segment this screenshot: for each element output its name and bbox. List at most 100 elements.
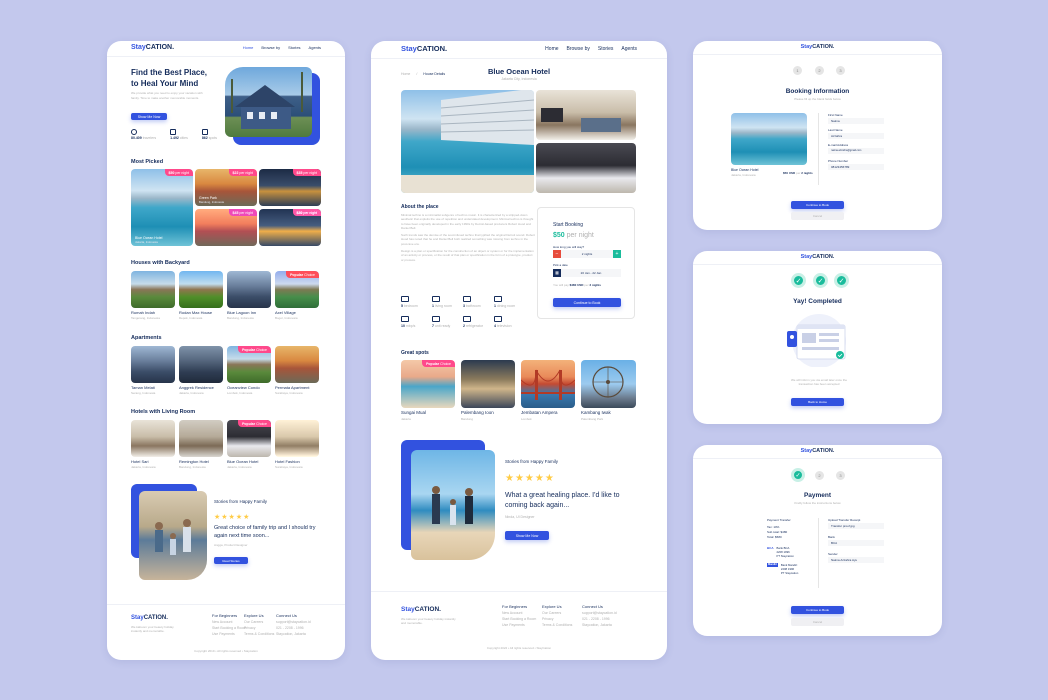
nav-agents[interactable]: Agents <box>621 46 637 52</box>
hero-text: We provide what you need to enjoy your v… <box>131 91 203 100</box>
back-to-home-button[interactable]: Back to Home <box>791 398 844 406</box>
spot-card[interactable]: Popular Choice <box>401 360 455 408</box>
spot-card[interactable] <box>461 360 515 408</box>
gallery-main-image[interactable] <box>401 90 534 193</box>
sender-input[interactable]: Naima Azzahra Ayu <box>828 557 884 563</box>
spot-card[interactable] <box>521 360 575 408</box>
fridge-icon <box>463 316 471 322</box>
stat-cities: 1.492 cities <box>170 129 188 140</box>
card-name: Kambang Iwak <box>581 410 611 415</box>
plus-button[interactable]: + <box>613 250 621 258</box>
most-picked-card[interactable]: $35 per night <box>259 169 321 206</box>
most-picked-title: Most Picked <box>131 159 164 165</box>
receipt-upload-input[interactable]: Transfer proof.jpg <box>828 523 884 529</box>
card-name: Oceanview Condo <box>227 385 260 390</box>
brand-logo[interactable]: StayCATION. <box>693 448 942 454</box>
footer-col-beginners: For Beginners New Account Start Booking … <box>212 613 247 636</box>
continue-to-book-button[interactable]: Continue to Book <box>791 201 844 209</box>
form-divider <box>818 113 819 185</box>
payment-summary: Payment Transfer Tax: 10% Sub total: $48… <box>767 518 791 540</box>
nav-home[interactable]: Home <box>243 45 254 50</box>
living-card[interactable]: Popular Choice <box>227 420 271 457</box>
phone-input[interactable]: 08123456789 <box>828 164 884 170</box>
email-label: E-mail Address <box>828 143 849 147</box>
booking-summary: You will pay $480 USD per 2 nights <box>553 283 601 287</box>
nav-home[interactable]: Home <box>545 46 558 52</box>
brand-logo[interactable]: StayCATION. <box>401 44 447 53</box>
wifi-icon <box>401 316 409 322</box>
email-input[interactable]: naima.azzahra@gmail.com <box>828 148 884 154</box>
apartment-card[interactable]: Popular Choice <box>227 346 271 383</box>
most-picked-card[interactable]: $22 per night Green Park Bandung, Indone… <box>195 169 257 206</box>
backyard-card[interactable]: Popular Choice <box>275 271 319 308</box>
minus-button[interactable]: − <box>553 250 561 258</box>
payment-navbar: StayCATION. <box>693 445 942 459</box>
living-card[interactable] <box>275 420 319 457</box>
mandiri-logo: Mandiri <box>767 563 778 567</box>
last-name-input[interactable]: Azzahra <box>828 133 884 139</box>
gallery-image-2[interactable] <box>536 90 636 140</box>
card-place: Bandung, Indonesia <box>199 200 224 204</box>
date-picker[interactable]: ▦ 20 Jan - 22 Jan <box>553 269 621 277</box>
spot-card[interactable] <box>581 360 636 408</box>
living-title: Hotels with Living Room <box>131 409 196 415</box>
bank-input[interactable]: BCA <box>828 540 884 546</box>
hero-stats: 80.409 travelers 1.492 cities 862 spots <box>131 129 217 140</box>
booking-info-card: StayCATION. 1 2 3 Booking Information Pl… <box>693 41 942 230</box>
continue-to-book-button[interactable]: Continue to Book <box>553 298 621 307</box>
nav-browse[interactable]: Browse by <box>261 45 280 50</box>
living-card[interactable] <box>179 420 223 457</box>
card-place: Depok, Indonesia <box>179 316 203 320</box>
brand-logo[interactable]: StayCATION. <box>693 254 942 260</box>
apartment-card[interactable] <box>275 346 319 383</box>
card-place: Bandung <box>461 417 474 421</box>
read-stories-button[interactable]: Read Stories <box>214 557 248 564</box>
nav-agents[interactable]: Agents <box>309 45 321 50</box>
most-picked-card[interactable]: $45 per night <box>195 209 257 246</box>
nav-stories[interactable]: Stories <box>288 45 300 50</box>
card-place: Jakarta, Indonesia <box>227 465 252 469</box>
stay-stepper[interactable]: − 2 nights + <box>553 250 621 258</box>
footer-logo[interactable]: StayCATION. <box>131 615 168 621</box>
footer-col-connect: Connect Us support@staycation.id 021 - 2… <box>582 604 617 627</box>
gallery-image-3[interactable] <box>536 143 636 193</box>
most-picked-card-large[interactable]: $50 per night Blue Ocean Hotel Jakarta, … <box>131 169 193 246</box>
completed-title: Yay! Completed <box>793 298 842 305</box>
card-name: Rodan Max House <box>179 310 213 315</box>
most-picked-card[interactable]: $30 per night <box>259 209 321 246</box>
backyard-card[interactable] <box>131 271 175 308</box>
card-name: Blue Ocean Hotel <box>227 459 259 464</box>
cancel-button[interactable]: Cancel <box>791 212 844 220</box>
card-place: Jakarta, Indonesia <box>135 240 158 244</box>
cancel-button[interactable]: Cancel <box>791 618 844 626</box>
ac-icon-stat: 7 unit ready <box>432 316 450 328</box>
show-me-now-button[interactable]: Show Me Now <box>505 531 549 540</box>
phone-label: Phone Number <box>828 159 849 163</box>
brand-logo[interactable]: StayCATION. <box>693 44 942 50</box>
bank-bca: BCA Bank BCA 2208 1996 PT Staycation <box>767 546 794 558</box>
step-2: 2 <box>815 66 824 75</box>
bath-icon <box>463 296 471 302</box>
backyard-card[interactable] <box>179 271 223 308</box>
tv-icon <box>494 316 502 322</box>
booked-hotel-price: $50 USD per 2 nights <box>783 171 813 175</box>
nav-stories[interactable]: Stories <box>598 46 614 52</box>
about-title: About the place <box>401 204 439 210</box>
hero-title: Find the Best Place, to Heal Your Mind <box>131 67 207 89</box>
apartment-card[interactable] <box>131 346 175 383</box>
hero-house-image <box>225 67 312 137</box>
hero-show-button[interactable]: Show Me Now <box>131 113 167 120</box>
traveler-icon <box>131 129 137 135</box>
first-name-input[interactable]: Naima <box>828 118 884 124</box>
card-place: Surabaya, Indonesia <box>275 465 303 469</box>
apartment-card[interactable] <box>179 346 223 383</box>
nav-browse[interactable]: Browse by <box>567 46 590 52</box>
backyard-card[interactable] <box>227 271 271 308</box>
bca-logo: BCA <box>767 546 774 550</box>
footer-logo[interactable]: StayCATION. <box>401 606 441 613</box>
brand-logo[interactable]: StayCATION. <box>131 44 174 51</box>
card-place: Surabaya, Indonesia <box>275 391 303 395</box>
wifi-icon-stat: 10 mbp/s <box>401 316 415 328</box>
continue-to-book-button[interactable]: Continue to Book <box>791 606 844 614</box>
living-card[interactable] <box>131 420 175 457</box>
